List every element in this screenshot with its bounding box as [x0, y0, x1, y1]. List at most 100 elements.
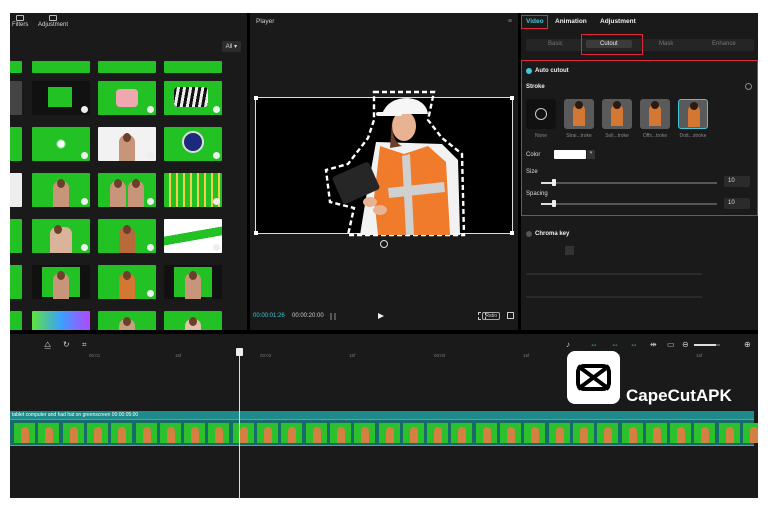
- timeline-ruler[interactable]: 00:01 15f 00:02 15f 00:03 15f 00:04 15f: [10, 351, 758, 361]
- stroke-option-straight[interactable]: [564, 99, 594, 129]
- media-thumb[interactable]: [98, 265, 156, 299]
- playhead[interactable]: [236, 348, 243, 498]
- download-icon: [81, 198, 88, 205]
- media-thumb[interactable]: [32, 311, 90, 330]
- zebra: [174, 87, 208, 107]
- snap-icon[interactable]: ⇔: [630, 340, 638, 349]
- clip-title-bar[interactable]: tablet computer and had hat on greenscre…: [10, 411, 754, 419]
- filter-dropdown[interactable]: All ▾: [221, 41, 241, 52]
- tab-animation[interactable]: Animation: [555, 18, 587, 25]
- tab-filters[interactable]: Filters: [12, 15, 28, 28]
- reset-icon[interactable]: [745, 83, 752, 90]
- split-icon[interactable]: ⧋: [44, 340, 51, 350]
- media-thumb[interactable]: [10, 173, 22, 207]
- download-icon: [213, 198, 220, 205]
- loop-icon[interactable]: ↻: [63, 340, 70, 349]
- spacing-slider[interactable]: [541, 200, 717, 207]
- split-view-icon[interactable]: ⇹: [650, 340, 657, 349]
- media-thumb[interactable]: [32, 127, 90, 161]
- preview-figure: [688, 102, 700, 127]
- player-panel: Player ≡ 00:00:01:26 00:00:20:00 Ratio: [250, 13, 518, 330]
- media-thumb[interactable]: [10, 61, 22, 73]
- auto-cutout-checkbox[interactable]: [526, 68, 532, 74]
- media-thumb[interactable]: [164, 265, 222, 299]
- subtab-mask[interactable]: Mask: [659, 41, 673, 47]
- stroke-option-solid[interactable]: [602, 99, 632, 129]
- color-swatch[interactable]: [554, 150, 586, 159]
- tab-adjustment[interactable]: Adjustment: [600, 18, 636, 25]
- capcut-logo: [567, 351, 620, 404]
- ratio-button[interactable]: Ratio: [482, 312, 500, 320]
- green-screen-tv: [48, 87, 72, 107]
- link-icon[interactable]: ⇔: [590, 340, 598, 349]
- media-thumb[interactable]: [10, 265, 22, 299]
- media-thumb[interactable]: [164, 311, 222, 330]
- magnet-icon[interactable]: ⇔: [611, 340, 619, 349]
- chroma-key-label: Chroma key: [535, 231, 570, 237]
- microphone-icon[interactable]: ♪: [566, 340, 570, 349]
- spacing-slider-knob[interactable]: [552, 200, 556, 207]
- clip-frame-thumb: [475, 423, 497, 443]
- size-slider[interactable]: [541, 179, 717, 186]
- person: [185, 317, 201, 330]
- chroma-key-checkbox[interactable]: [526, 231, 532, 237]
- chroma-shadow-slider[interactable]: [526, 296, 702, 298]
- media-thumb[interactable]: [98, 173, 156, 207]
- media-thumb[interactable]: [32, 219, 90, 253]
- media-thumb[interactable]: [32, 61, 90, 73]
- person: [127, 179, 144, 207]
- media-thumb[interactable]: [10, 311, 22, 330]
- fullscreen-icon[interactable]: [507, 312, 514, 319]
- spacing-input[interactable]: 10: [724, 198, 750, 209]
- clip-frame-thumb: [257, 423, 278, 443]
- clip-frame-thumb: [451, 423, 473, 443]
- chroma-intensity-slider[interactable]: [526, 273, 702, 275]
- stroke-option-none[interactable]: [526, 99, 556, 129]
- person: [110, 179, 127, 207]
- media-thumb[interactable]: [98, 311, 156, 330]
- filter-dropdown-label: All: [225, 44, 233, 50]
- rotate-icon[interactable]: [380, 240, 388, 248]
- preview-icon[interactable]: ▭: [667, 340, 675, 349]
- media-thumb[interactable]: [164, 219, 222, 253]
- media-thumb[interactable]: [164, 81, 222, 115]
- size-slider-knob[interactable]: [552, 179, 556, 186]
- media-thumb[interactable]: [98, 61, 156, 73]
- tab-adjustment[interactable]: Adjustment: [38, 15, 68, 28]
- media-thumb[interactable]: [164, 173, 222, 207]
- media-thumb[interactable]: [98, 219, 156, 253]
- spacing-label: Spacing: [526, 191, 548, 197]
- subtab-enhance[interactable]: Enhance: [712, 41, 736, 47]
- media-thumb[interactable]: [98, 127, 156, 161]
- person: [53, 179, 69, 207]
- color-dropdown-icon[interactable]: ▾: [587, 150, 595, 159]
- stroke-option-dotted[interactable]: [678, 99, 708, 129]
- media-thumb[interactable]: [10, 81, 22, 115]
- media-thumb[interactable]: [32, 81, 90, 115]
- media-thumb[interactable]: [32, 265, 90, 299]
- media-thumb[interactable]: [10, 219, 22, 253]
- media-thumb[interactable]: [32, 173, 90, 207]
- play-icon[interactable]: [378, 313, 384, 319]
- video-clip[interactable]: [10, 419, 758, 446]
- media-thumb[interactable]: [10, 127, 22, 161]
- crop-icon[interactable]: ⌗: [82, 340, 87, 350]
- menu-icon[interactable]: ≡: [508, 18, 512, 25]
- zoom-fit-icon[interactable]: ⊕: [744, 340, 751, 349]
- player-canvas[interactable]: [254, 90, 514, 237]
- size-input[interactable]: 10: [724, 176, 750, 187]
- clip-frame-thumb: [232, 423, 254, 443]
- chroma-color-picker[interactable]: [565, 246, 574, 255]
- media-thumb[interactable]: [164, 61, 222, 73]
- zoom-out-icon[interactable]: ⊖: [682, 340, 689, 349]
- clip-frame-thumb: [500, 423, 521, 443]
- media-thumb[interactable]: [98, 81, 156, 115]
- media-thumb[interactable]: [164, 127, 222, 161]
- clip-frame-thumb: [572, 423, 594, 443]
- grid-icon[interactable]: [330, 313, 336, 320]
- stroke-option-offset[interactable]: [640, 99, 670, 129]
- zoom-slider[interactable]: [694, 344, 720, 346]
- clip-frame-thumb: [548, 423, 570, 443]
- subtab-basic[interactable]: Basic: [548, 41, 563, 47]
- download-icon: [147, 106, 154, 113]
